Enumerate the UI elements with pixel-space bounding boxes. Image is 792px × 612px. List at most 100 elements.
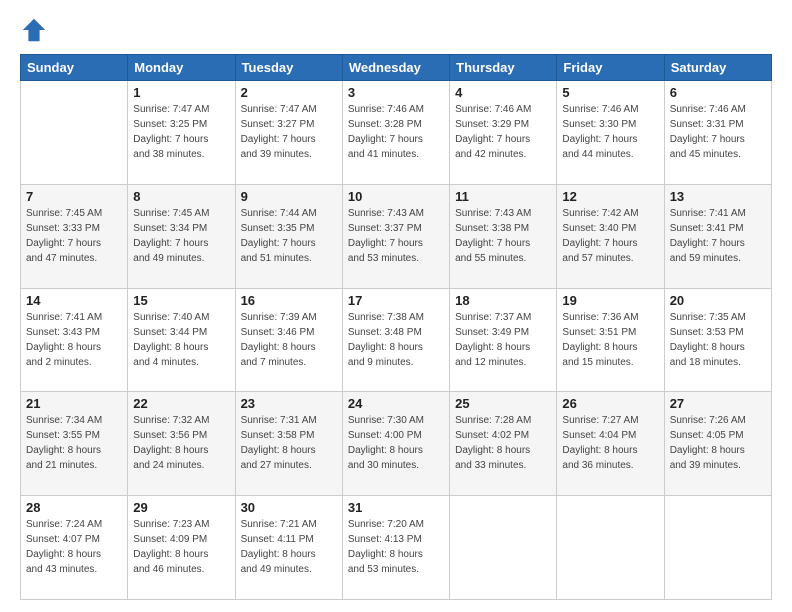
day-info-line: Sunset: 4:04 PM <box>562 428 658 443</box>
day-info-line: Daylight: 8 hours <box>562 340 658 355</box>
day-number: 22 <box>133 396 229 411</box>
calendar-cell: 24Sunrise: 7:30 AMSunset: 4:00 PMDayligh… <box>342 392 449 496</box>
day-info-line: Sunrise: 7:43 AM <box>348 206 444 221</box>
day-number: 1 <box>133 85 229 100</box>
calendar-cell: 6Sunrise: 7:46 AMSunset: 3:31 PMDaylight… <box>664 81 771 185</box>
day-number: 30 <box>241 500 337 515</box>
calendar-cell <box>450 496 557 600</box>
day-number: 15 <box>133 293 229 308</box>
day-number: 25 <box>455 396 551 411</box>
day-info-line: Sunset: 4:09 PM <box>133 532 229 547</box>
logo <box>20 16 54 44</box>
day-info-line: Daylight: 7 hours <box>133 236 229 251</box>
day-number: 7 <box>26 189 122 204</box>
day-info-line: Daylight: 8 hours <box>348 547 444 562</box>
calendar-cell: 10Sunrise: 7:43 AMSunset: 3:37 PMDayligh… <box>342 184 449 288</box>
day-info-line: Sunset: 3:58 PM <box>241 428 337 443</box>
calendar-cell: 20Sunrise: 7:35 AMSunset: 3:53 PMDayligh… <box>664 288 771 392</box>
day-info-line: Sunrise: 7:39 AM <box>241 310 337 325</box>
day-info-line: Sunrise: 7:21 AM <box>241 517 337 532</box>
day-info-line: and 59 minutes. <box>670 251 766 266</box>
day-number: 2 <box>241 85 337 100</box>
calendar-cell: 9Sunrise: 7:44 AMSunset: 3:35 PMDaylight… <box>235 184 342 288</box>
day-info-line: Daylight: 8 hours <box>348 340 444 355</box>
day-info-line: Sunrise: 7:47 AM <box>133 102 229 117</box>
calendar-cell: 22Sunrise: 7:32 AMSunset: 3:56 PMDayligh… <box>128 392 235 496</box>
day-info-line: Daylight: 8 hours <box>348 443 444 458</box>
calendar-cell <box>664 496 771 600</box>
calendar-cell: 31Sunrise: 7:20 AMSunset: 4:13 PMDayligh… <box>342 496 449 600</box>
day-info-line: Sunset: 4:00 PM <box>348 428 444 443</box>
day-info-line: Sunrise: 7:45 AM <box>26 206 122 221</box>
calendar-week-4: 21Sunrise: 7:34 AMSunset: 3:55 PMDayligh… <box>21 392 772 496</box>
day-info-line: and 57 minutes. <box>562 251 658 266</box>
day-info-line: and 39 minutes. <box>241 147 337 162</box>
calendar-cell: 16Sunrise: 7:39 AMSunset: 3:46 PMDayligh… <box>235 288 342 392</box>
day-info-line: Sunset: 3:44 PM <box>133 325 229 340</box>
calendar-cell: 1Sunrise: 7:47 AMSunset: 3:25 PMDaylight… <box>128 81 235 185</box>
day-info-line: and 36 minutes. <box>562 458 658 473</box>
day-info-line: Sunset: 3:28 PM <box>348 117 444 132</box>
day-info-line: and 51 minutes. <box>241 251 337 266</box>
day-info-line: and 38 minutes. <box>133 147 229 162</box>
day-info-line: Daylight: 7 hours <box>133 132 229 147</box>
day-info-line: Sunset: 4:11 PM <box>241 532 337 547</box>
calendar-cell: 2Sunrise: 7:47 AMSunset: 3:27 PMDaylight… <box>235 81 342 185</box>
day-info-line: Sunrise: 7:46 AM <box>562 102 658 117</box>
day-info-line: Sunset: 3:56 PM <box>133 428 229 443</box>
calendar-cell: 15Sunrise: 7:40 AMSunset: 3:44 PMDayligh… <box>128 288 235 392</box>
day-info-line: Daylight: 8 hours <box>133 547 229 562</box>
day-info-line: Sunset: 3:46 PM <box>241 325 337 340</box>
day-number: 24 <box>348 396 444 411</box>
day-info-line: and 30 minutes. <box>348 458 444 473</box>
day-info-line: and 9 minutes. <box>348 355 444 370</box>
day-number: 11 <box>455 189 551 204</box>
day-number: 21 <box>26 396 122 411</box>
day-info-line: and 12 minutes. <box>455 355 551 370</box>
day-number: 29 <box>133 500 229 515</box>
day-info-line: Daylight: 8 hours <box>26 547 122 562</box>
header <box>20 16 772 44</box>
day-info-line: and 43 minutes. <box>26 562 122 577</box>
calendar-cell: 11Sunrise: 7:43 AMSunset: 3:38 PMDayligh… <box>450 184 557 288</box>
day-info-line: Daylight: 7 hours <box>348 236 444 251</box>
day-number: 14 <box>26 293 122 308</box>
day-info-line: Daylight: 8 hours <box>133 340 229 355</box>
day-info-line: Daylight: 8 hours <box>241 443 337 458</box>
day-number: 6 <box>670 85 766 100</box>
day-number: 19 <box>562 293 658 308</box>
logo-icon <box>20 16 48 44</box>
weekday-header-saturday: Saturday <box>664 55 771 81</box>
calendar-cell: 25Sunrise: 7:28 AMSunset: 4:02 PMDayligh… <box>450 392 557 496</box>
day-info-line: and 45 minutes. <box>670 147 766 162</box>
calendar-week-3: 14Sunrise: 7:41 AMSunset: 3:43 PMDayligh… <box>21 288 772 392</box>
day-info-line: and 49 minutes. <box>241 562 337 577</box>
day-info-line: and 18 minutes. <box>670 355 766 370</box>
calendar-cell: 19Sunrise: 7:36 AMSunset: 3:51 PMDayligh… <box>557 288 664 392</box>
day-info-line: and 44 minutes. <box>562 147 658 162</box>
day-info-line: Sunrise: 7:23 AM <box>133 517 229 532</box>
weekday-header-sunday: Sunday <box>21 55 128 81</box>
day-info-line: and 47 minutes. <box>26 251 122 266</box>
day-number: 18 <box>455 293 551 308</box>
calendar-cell: 27Sunrise: 7:26 AMSunset: 4:05 PMDayligh… <box>664 392 771 496</box>
calendar-cell: 17Sunrise: 7:38 AMSunset: 3:48 PMDayligh… <box>342 288 449 392</box>
calendar-week-1: 1Sunrise: 7:47 AMSunset: 3:25 PMDaylight… <box>21 81 772 185</box>
day-info-line: Sunrise: 7:27 AM <box>562 413 658 428</box>
day-number: 12 <box>562 189 658 204</box>
day-info-line: Sunrise: 7:24 AM <box>26 517 122 532</box>
calendar-cell: 8Sunrise: 7:45 AMSunset: 3:34 PMDaylight… <box>128 184 235 288</box>
day-info-line: Sunset: 3:33 PM <box>26 221 122 236</box>
page: SundayMondayTuesdayWednesdayThursdayFrid… <box>0 0 792 612</box>
day-info-line: Sunset: 3:31 PM <box>670 117 766 132</box>
day-info-line: Sunrise: 7:20 AM <box>348 517 444 532</box>
day-number: 3 <box>348 85 444 100</box>
day-info-line: Sunrise: 7:44 AM <box>241 206 337 221</box>
day-info-line: Sunrise: 7:28 AM <box>455 413 551 428</box>
day-info-line: Sunset: 4:07 PM <box>26 532 122 547</box>
day-info-line: and 41 minutes. <box>348 147 444 162</box>
day-info-line: Sunrise: 7:34 AM <box>26 413 122 428</box>
day-number: 4 <box>455 85 551 100</box>
day-info-line: Daylight: 7 hours <box>670 236 766 251</box>
day-info-line: Sunrise: 7:41 AM <box>670 206 766 221</box>
